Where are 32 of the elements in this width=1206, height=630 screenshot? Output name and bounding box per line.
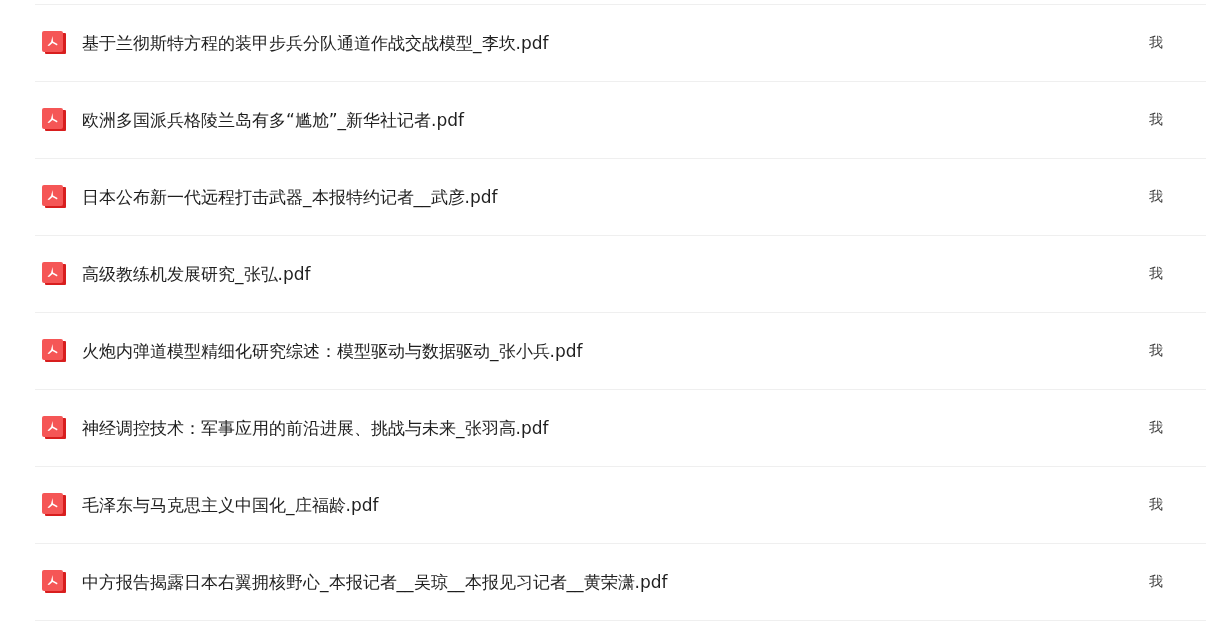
pdf-file-icon bbox=[42, 31, 66, 55]
file-name: 神经调控技术：军事应用的前沿进展、挑战与未来_张羽高.pdf bbox=[82, 416, 550, 440]
pdf-file-icon bbox=[42, 108, 66, 132]
pdf-file-icon bbox=[42, 416, 66, 440]
pdf-file-icon bbox=[42, 493, 66, 517]
file-row[interactable]: 毛泽东与马克思主义中国化_庄福龄.pdf 我 bbox=[35, 466, 1206, 543]
file-row[interactable]: 基于兰彻斯特方程的装甲步兵分队通道作战交战模型_李坎.pdf 我 bbox=[35, 4, 1206, 81]
owner-label: 我 bbox=[1149, 34, 1164, 52]
file-name: 基于兰彻斯特方程的装甲步兵分队通道作战交战模型_李坎.pdf bbox=[82, 31, 550, 55]
owner-label: 我 bbox=[1149, 265, 1164, 283]
file-row[interactable]: 欧洲多国派兵格陵兰岛有多“尴尬”_新华社记者.pdf 我 bbox=[35, 81, 1206, 158]
file-name: 毛泽东与马克思主义中国化_庄福龄.pdf bbox=[82, 493, 380, 517]
pdf-file-icon bbox=[42, 262, 66, 286]
file-name: 中方报告揭露日本右翼拥核野心_本报记者__吴琼__本报见习记者__黄荣潇.pdf bbox=[82, 570, 669, 594]
file-name: 高级教练机发展研究_张弘.pdf bbox=[82, 262, 312, 286]
owner-label: 我 bbox=[1149, 496, 1164, 514]
file-name: 火炮内弹道模型精细化研究综述：模型驱动与数据驱动_张小兵.pdf bbox=[82, 339, 584, 363]
pdf-file-icon bbox=[42, 339, 66, 363]
owner-label: 我 bbox=[1149, 573, 1164, 591]
file-row[interactable]: 神经调控技术：军事应用的前沿进展、挑战与未来_张羽高.pdf 我 bbox=[35, 389, 1206, 466]
pdf-file-icon bbox=[42, 185, 66, 209]
pdf-file-icon bbox=[42, 570, 66, 594]
file-row[interactable]: 火炮内弹道模型精细化研究综述：模型驱动与数据驱动_张小兵.pdf 我 bbox=[35, 312, 1206, 389]
owner-label: 我 bbox=[1149, 342, 1164, 360]
owner-label: 我 bbox=[1149, 111, 1164, 129]
file-row[interactable]: 日本公布新一代远程打击武器_本报特约记者__武彦.pdf 我 bbox=[35, 158, 1206, 235]
file-row[interactable]: 中方报告揭露日本右翼拥核野心_本报记者__吴琼__本报见习记者__黄荣潇.pdf 我 bbox=[35, 543, 1206, 621]
owner-label: 我 bbox=[1149, 419, 1164, 437]
file-name: 欧洲多国派兵格陵兰岛有多“尴尬”_新华社记者.pdf bbox=[82, 108, 466, 132]
owner-label: 我 bbox=[1149, 188, 1164, 206]
file-name: 日本公布新一代远程打击武器_本报特约记者__武彦.pdf bbox=[82, 185, 499, 209]
file-row[interactable]: 高级教练机发展研究_张弘.pdf 我 bbox=[35, 235, 1206, 312]
